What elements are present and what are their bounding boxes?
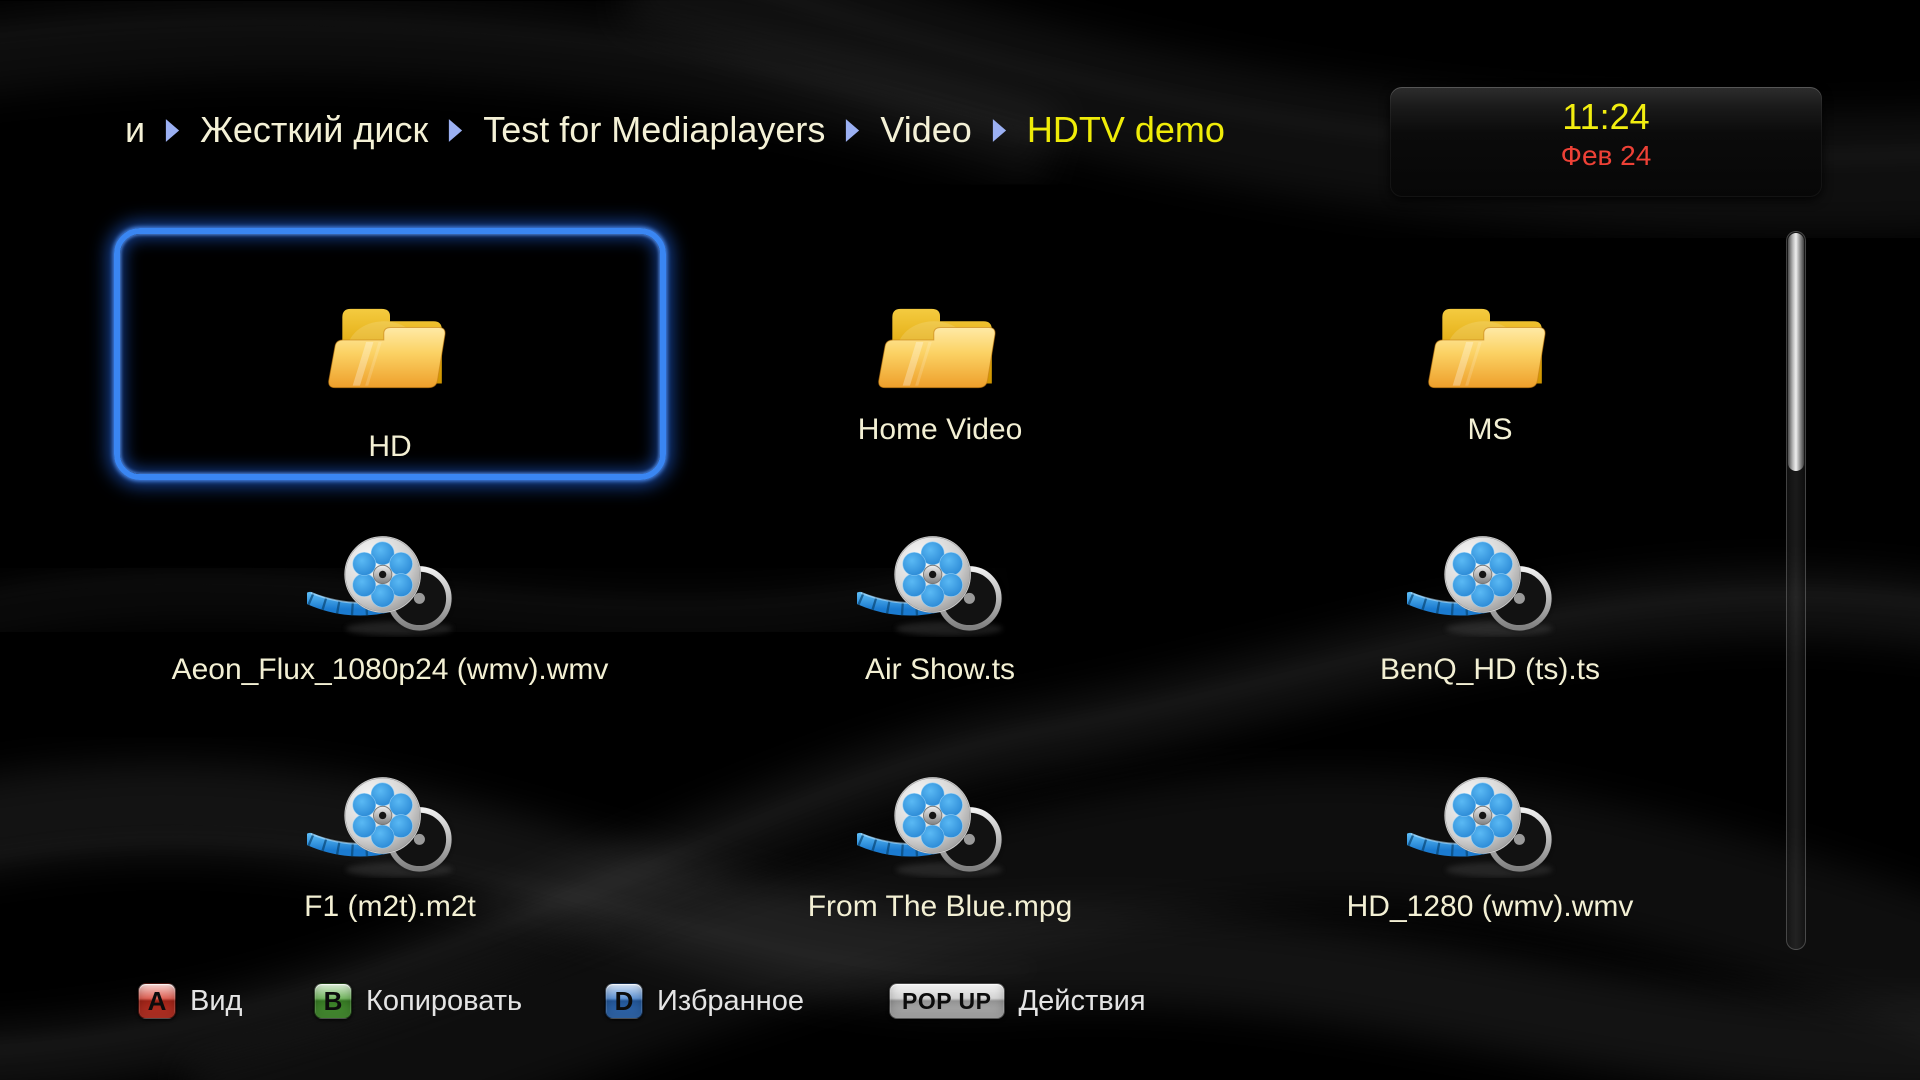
chevron-right-icon bbox=[991, 118, 1008, 143]
clock-panel: 11:24 Фев 24 bbox=[1390, 87, 1822, 197]
tile-hd[interactable]: HD bbox=[115, 240, 665, 466]
key-label-actions: Действия bbox=[1019, 985, 1146, 1018]
tile-label: BenQ_HD (ts).ts bbox=[1215, 651, 1765, 689]
legend-copy: B Копировать bbox=[314, 982, 522, 1020]
clock-date: Фев 24 bbox=[1390, 140, 1822, 172]
folder-icon bbox=[865, 284, 1015, 398]
clock-time: 11:24 bbox=[1390, 97, 1822, 137]
film-reel-icon bbox=[1407, 775, 1573, 878]
tile-label: Air Show.ts bbox=[665, 651, 1215, 689]
folder-icon bbox=[1415, 284, 1565, 398]
legend-view: A Вид bbox=[138, 982, 242, 1020]
tile-f1[interactable]: F1 (m2t).m2t bbox=[115, 775, 665, 926]
tile-home-video[interactable]: Home Video bbox=[665, 240, 1215, 449]
tile-label: Aeon_Flux_1080p24 (wmv).wmv bbox=[115, 651, 665, 689]
chevron-right-icon bbox=[844, 118, 861, 143]
film-reel-icon bbox=[857, 534, 1023, 637]
tile-label: HD_1280 (wmv).wmv bbox=[1215, 888, 1765, 926]
breadcrumb-item-hdd[interactable]: Жесткий диск bbox=[200, 104, 428, 156]
tile-label: F1 (m2t).m2t bbox=[115, 888, 665, 926]
tile-hd-1280[interactable]: HD_1280 (wmv).wmv bbox=[1215, 775, 1765, 926]
folder-icon bbox=[315, 284, 465, 398]
breadcrumb: и Жесткий диск Test for Mediaplayers Vid… bbox=[125, 104, 1225, 156]
film-reel-icon bbox=[857, 775, 1023, 878]
remote-key-d-button[interactable]: D bbox=[605, 983, 643, 1019]
tile-benq-hd[interactable]: BenQ_HD (ts).ts bbox=[1215, 534, 1765, 689]
film-reel-icon bbox=[1407, 534, 1573, 637]
tile-label: Home Video bbox=[665, 411, 1215, 449]
breadcrumb-item-test-for-mediaplayers[interactable]: Test for Mediaplayers bbox=[483, 104, 825, 156]
legend-favorites: D Избранное bbox=[605, 982, 804, 1020]
chevron-right-icon bbox=[164, 118, 181, 143]
film-reel-icon bbox=[307, 775, 473, 878]
breadcrumb-item-current: HDTV demo bbox=[1027, 104, 1225, 156]
tile-air-show[interactable]: Air Show.ts bbox=[665, 534, 1215, 689]
scrollbar-track[interactable] bbox=[1786, 231, 1806, 950]
tile-label: From The Blue.mpg bbox=[665, 888, 1215, 926]
key-label-view: Вид bbox=[190, 985, 242, 1018]
legend-actions: POP UP Действия bbox=[889, 982, 1146, 1020]
tile-label: MS bbox=[1215, 411, 1765, 449]
key-label-copy: Копировать bbox=[366, 985, 522, 1018]
remote-key-b-button[interactable]: B bbox=[314, 983, 352, 1019]
tile-label: HD bbox=[115, 428, 665, 466]
breadcrumb-item-root[interactable]: и bbox=[125, 104, 145, 156]
remote-key-a-button[interactable]: A bbox=[138, 983, 176, 1019]
scrollbar-thumb[interactable] bbox=[1787, 232, 1805, 472]
tile-aeon-flux[interactable]: Aeon_Flux_1080p24 (wmv).wmv bbox=[115, 534, 665, 689]
key-label-favorites: Избранное bbox=[657, 985, 804, 1018]
breadcrumb-item-video[interactable]: Video bbox=[880, 104, 971, 156]
tile-from-the-blue[interactable]: From The Blue.mpg bbox=[665, 775, 1215, 926]
film-reel-icon bbox=[307, 534, 473, 637]
tile-ms[interactable]: MS bbox=[1215, 240, 1765, 449]
media-player-screen: и Жесткий диск Test for Mediaplayers Vid… bbox=[0, 0, 1920, 1080]
chevron-right-icon bbox=[447, 118, 464, 143]
remote-key-popup-button[interactable]: POP UP bbox=[889, 983, 1005, 1019]
